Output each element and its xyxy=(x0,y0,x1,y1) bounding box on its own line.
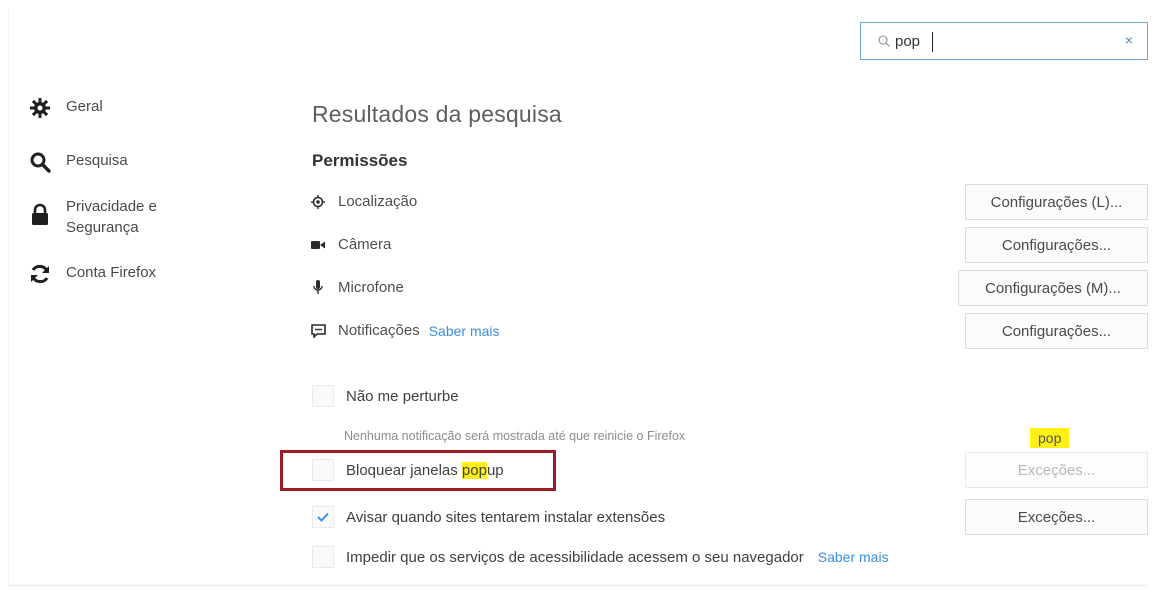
search-highlight: pop xyxy=(461,461,487,479)
block-popups-label[interactable]: Bloquear janelas popup xyxy=(346,461,504,479)
notifications-settings-button[interactable]: Configurações... xyxy=(965,313,1148,349)
section-title-permissions: Permissões xyxy=(312,151,408,170)
permission-label: Microfone xyxy=(338,279,404,296)
search-icon xyxy=(878,35,890,47)
camera-icon xyxy=(310,237,326,253)
sidebar-item-pesquisa[interactable]: Pesquisa xyxy=(28,150,128,174)
learn-more-link[interactable]: Saber mais xyxy=(429,323,500,339)
search-icon xyxy=(30,152,51,173)
popup-exceptions-button[interactable]: Exceções... xyxy=(965,452,1148,488)
do-not-disturb-checkbox[interactable] xyxy=(312,385,334,407)
camera-settings-button[interactable]: Configurações... xyxy=(965,227,1148,263)
sync-icon xyxy=(31,264,49,284)
text-caret xyxy=(932,32,933,52)
permission-row-notifications: Notificações Saber mais xyxy=(310,322,500,339)
block-popups-row: Bloquear janelas popup xyxy=(312,459,504,481)
clear-search-icon[interactable]: × xyxy=(1125,32,1133,48)
permission-label: Localização xyxy=(338,193,418,210)
permission-label: Notificações xyxy=(338,322,420,339)
gear-icon xyxy=(30,98,50,118)
search-input[interactable] xyxy=(895,31,1095,51)
notification-icon xyxy=(310,323,326,339)
sidebar-item-conta-firefox[interactable]: Conta Firefox xyxy=(28,262,156,286)
checkmark-icon xyxy=(317,512,329,522)
permission-row-microphone: Microfone xyxy=(310,279,404,296)
warn-addons-checkbox[interactable] xyxy=(312,506,334,528)
sidebar-item-label: Pesquisa xyxy=(66,152,128,169)
do-not-disturb-note: Nenhuma notificação será mostrada até qu… xyxy=(344,429,686,443)
block-accessibility-row: Impedir que os serviços de acessibilidad… xyxy=(312,546,889,568)
sidebar-item-label: Conta Firefox xyxy=(66,264,157,281)
warn-addons-row: Avisar quando sites tentarem instalar ex… xyxy=(312,506,665,528)
accessibility-learn-more-link[interactable]: Saber mais xyxy=(818,549,889,565)
lock-icon xyxy=(32,203,48,225)
block-popups-checkbox[interactable] xyxy=(312,459,334,481)
warn-addons-label[interactable]: Avisar quando sites tentarem instalar ex… xyxy=(346,509,665,526)
location-settings-button[interactable]: Configurações (L)... xyxy=(965,184,1148,220)
addons-exceptions-button[interactable]: Exceções... xyxy=(965,499,1148,535)
permission-label: Câmera xyxy=(338,236,392,253)
search-match-tag: pop xyxy=(1030,428,1070,448)
page-title: Resultados da pesquisa xyxy=(312,101,562,127)
location-icon xyxy=(310,194,326,210)
microphone-settings-button[interactable]: Configurações (M)... xyxy=(958,270,1148,306)
permission-row-camera: Câmera xyxy=(310,236,391,253)
sidebar-item-label: Privacidade e Segurança xyxy=(66,198,157,236)
sidebar-item-label: Geral xyxy=(66,98,103,115)
do-not-disturb-row: Não me perturbe xyxy=(312,385,459,407)
block-accessibility-checkbox[interactable] xyxy=(312,546,334,568)
search-box[interactable]: × xyxy=(860,22,1148,60)
sidebar-item-geral[interactable]: Geral xyxy=(28,96,103,120)
block-accessibility-label[interactable]: Impedir que os serviços de acessibilidad… xyxy=(346,549,804,566)
do-not-disturb-label[interactable]: Não me perturbe xyxy=(346,388,459,405)
microphone-icon xyxy=(310,280,326,296)
permission-row-location: Localização xyxy=(310,193,417,210)
sidebar-item-privacidade[interactable]: Privacidade e Segurança xyxy=(28,196,157,238)
